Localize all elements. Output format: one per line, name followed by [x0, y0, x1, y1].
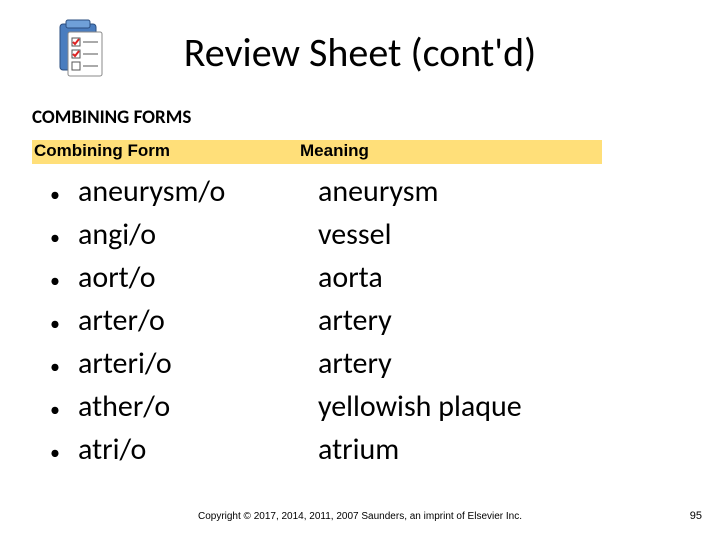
page-number: 95	[690, 510, 702, 522]
title-row: Review Sheet (cont'd)	[0, 28, 720, 77]
bullet-icon: •	[50, 304, 78, 344]
meaning: artery	[318, 301, 650, 342]
bullet-icon: •	[50, 261, 78, 301]
bullet-icon: •	[50, 390, 78, 430]
meaning: aorta	[318, 258, 650, 299]
meaning: atrium	[318, 430, 650, 471]
subheading: COMBINING FORMS	[32, 106, 191, 129]
bullet-icon: •	[50, 433, 78, 473]
meaning: vessel	[318, 215, 650, 256]
term: aneurysm/o	[78, 172, 318, 213]
page-title: Review Sheet (cont'd)	[184, 28, 537, 77]
list-item: • aneurysm/o aneurysm	[50, 172, 650, 215]
list-item: • ather/o yellowish plaque	[50, 387, 650, 430]
meaning: aneurysm	[318, 172, 650, 213]
column-header-right: Meaning	[300, 141, 369, 161]
bullet-icon: •	[50, 347, 78, 387]
list-item: • arter/o artery	[50, 301, 650, 344]
list-item: • arteri/o artery	[50, 344, 650, 387]
term: arteri/o	[78, 344, 318, 385]
copyright: Copyright © 2017, 2014, 2011, 2007 Saund…	[0, 511, 720, 522]
bullet-icon: •	[50, 175, 78, 215]
term: arter/o	[78, 301, 318, 342]
content-list: • aneurysm/o aneurysm • angi/o vessel • …	[50, 172, 650, 473]
term: ather/o	[78, 387, 318, 428]
term: aort/o	[78, 258, 318, 299]
term: atri/o	[78, 430, 318, 471]
column-header-left: Combining Form	[34, 141, 170, 161]
slide: Review Sheet (cont'd) COMBINING FORMS Co…	[0, 0, 720, 540]
list-item: • angi/o vessel	[50, 215, 650, 258]
list-item: • aort/o aorta	[50, 258, 650, 301]
bullet-icon: •	[50, 218, 78, 258]
term: angi/o	[78, 215, 318, 256]
list-item: • atri/o atrium	[50, 430, 650, 473]
meaning: yellowish plaque	[318, 387, 650, 428]
meaning: artery	[318, 344, 650, 385]
